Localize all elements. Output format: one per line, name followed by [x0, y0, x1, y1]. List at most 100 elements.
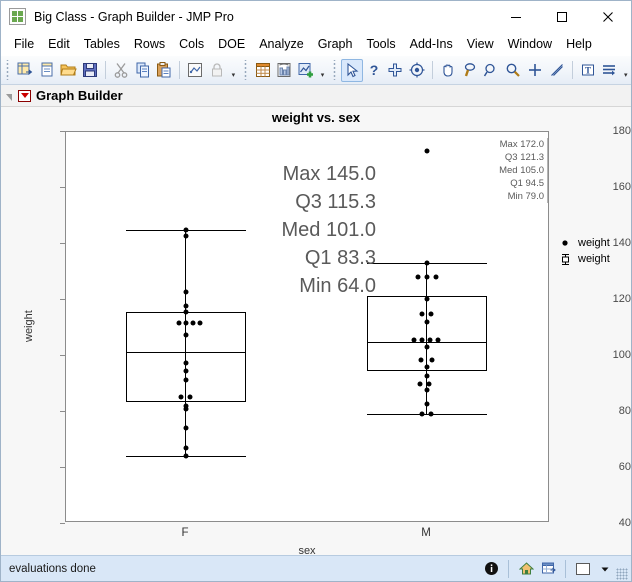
disclosure-triangle[interactable]	[6, 94, 12, 101]
data-point[interactable]	[429, 357, 435, 363]
menu-add-ins[interactable]: Add-Ins	[403, 34, 460, 54]
white-square-icon[interactable]	[572, 558, 594, 580]
y-tick-mark	[60, 523, 65, 524]
menu-view[interactable]: View	[460, 34, 501, 54]
open-file-icon[interactable]	[57, 59, 79, 82]
data-point[interactable]	[424, 260, 430, 266]
data-point[interactable]	[183, 368, 189, 374]
toolbar-overflow-button[interactable]: ▾	[228, 59, 239, 82]
f-median-line	[126, 352, 246, 353]
save-icon[interactable]	[79, 59, 101, 82]
text-annotate-icon[interactable]: T	[577, 59, 599, 82]
menu-tables[interactable]: Tables	[77, 34, 127, 54]
data-point[interactable]	[424, 296, 430, 302]
status-bar: evaluations done	[1, 555, 631, 581]
data-point[interactable]	[419, 311, 425, 317]
data-point[interactable]	[424, 364, 430, 370]
menu-file[interactable]: File	[7, 34, 41, 54]
hand-pan-icon[interactable]	[437, 59, 459, 82]
data-table-icon[interactable]	[252, 59, 274, 82]
magnifier-zoom-icon[interactable]	[502, 59, 524, 82]
menu-doe[interactable]: DOE	[211, 34, 252, 54]
close-button[interactable]	[585, 1, 631, 32]
data-point[interactable]	[176, 320, 182, 326]
resize-grip[interactable]	[616, 567, 628, 580]
data-point[interactable]	[417, 381, 423, 387]
data-point[interactable]	[428, 411, 434, 417]
menu-rows[interactable]: Rows	[127, 34, 172, 54]
data-point[interactable]	[424, 319, 430, 325]
data-point[interactable]	[427, 337, 433, 343]
data-point[interactable]	[415, 274, 421, 280]
window-controls	[493, 1, 631, 32]
data-point[interactable]	[183, 360, 189, 366]
menu-window[interactable]: Window	[501, 34, 559, 54]
toolbar-grip[interactable]	[241, 60, 250, 80]
data-point[interactable]	[411, 337, 417, 343]
brush-target-icon[interactable]	[406, 59, 428, 82]
data-point[interactable]	[183, 453, 189, 459]
plot-frame[interactable]: Max 145.0 Q3 115.3 Med 101.0 Q1 83.3 Min…	[65, 131, 549, 522]
simple-shape-icon[interactable]	[598, 59, 620, 82]
menu-edit[interactable]: Edit	[41, 34, 77, 54]
arrow-select-icon[interactable]	[340, 58, 363, 82]
help-question-icon[interactable]: ?	[363, 59, 385, 82]
journal-icon[interactable]	[184, 59, 206, 82]
data-point[interactable]	[424, 274, 430, 280]
data-point[interactable]	[197, 320, 203, 326]
data-point[interactable]	[419, 411, 425, 417]
toolbar-grip[interactable]	[330, 60, 339, 80]
menu-help[interactable]: Help	[559, 34, 599, 54]
paste-icon[interactable]	[154, 59, 176, 82]
data-point[interactable]	[426, 381, 432, 387]
data-point[interactable]	[428, 311, 434, 317]
lasso-icon[interactable]	[459, 59, 481, 82]
chart-legend[interactable]: weight weight	[557, 235, 610, 267]
jmp-application-window: Big Class - Graph Builder - JMP Pro File…	[0, 0, 632, 582]
data-point[interactable]	[183, 303, 189, 309]
data-point[interactable]	[178, 394, 184, 400]
data-point[interactable]	[418, 357, 424, 363]
magnifier-small-icon[interactable]	[481, 59, 503, 82]
minimize-button[interactable]	[493, 1, 539, 32]
menu-tools[interactable]: Tools	[359, 34, 402, 54]
home-icon[interactable]	[515, 558, 537, 580]
new-script-icon[interactable]	[36, 59, 58, 82]
crosshairs-plus-icon[interactable]	[524, 59, 546, 82]
dropdown-arrow-icon[interactable]	[594, 558, 616, 580]
data-point[interactable]	[183, 320, 189, 326]
data-point[interactable]	[424, 344, 430, 350]
add-graph-icon[interactable]	[295, 59, 317, 82]
data-point[interactable]	[419, 337, 425, 343]
new-data-table-icon[interactable]	[14, 59, 36, 82]
data-point[interactable]	[424, 373, 430, 379]
data-point[interactable]	[435, 337, 441, 343]
legend-entry-boxplot[interactable]: weight	[557, 251, 610, 267]
menu-analyze[interactable]: Analyze	[252, 34, 310, 54]
toolbar-overflow-button[interactable]: ▾	[620, 59, 631, 82]
data-point[interactable]	[183, 445, 189, 451]
info-icon[interactable]	[480, 558, 502, 580]
data-point[interactable]	[433, 274, 439, 280]
line-draw-icon[interactable]	[546, 59, 568, 82]
data-point[interactable]	[183, 425, 189, 431]
data-point[interactable]	[190, 320, 196, 326]
data-point[interactable]	[183, 406, 189, 412]
data-point[interactable]	[183, 309, 189, 315]
data-table-small-icon[interactable]	[537, 558, 559, 580]
toolbar-grip[interactable]	[4, 60, 12, 80]
copy-icon[interactable]	[132, 59, 154, 82]
maximize-button[interactable]	[539, 1, 585, 32]
crosshair-icon[interactable]	[384, 59, 406, 82]
menu-graph[interactable]: Graph	[311, 34, 360, 54]
data-point[interactable]	[183, 332, 189, 338]
report-icon[interactable]	[274, 59, 296, 82]
data-point[interactable]	[187, 394, 193, 400]
red-triangle-menu[interactable]	[18, 89, 31, 102]
data-point[interactable]	[424, 401, 430, 407]
data-point[interactable]	[183, 377, 189, 383]
data-point[interactable]	[424, 387, 430, 393]
toolbar-overflow-button[interactable]: ▾	[317, 59, 328, 82]
menu-cols[interactable]: Cols	[172, 34, 211, 54]
legend-entry-point[interactable]: weight	[557, 235, 610, 251]
